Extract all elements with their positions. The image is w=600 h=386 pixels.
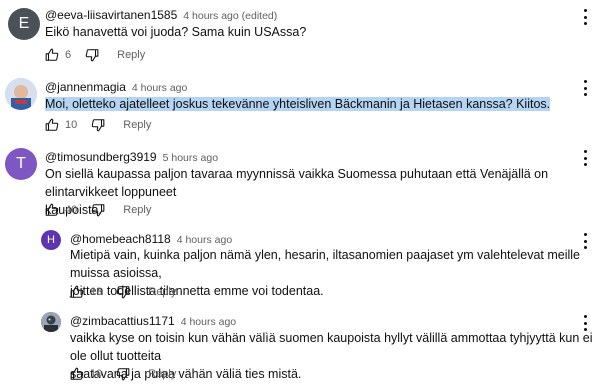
avatar[interactable]: T xyxy=(5,148,37,180)
reply-button[interactable]: Reply xyxy=(148,286,176,298)
comment-author[interactable]: @homebeach8118 xyxy=(70,232,171,246)
comment-time[interactable]: 4 hours ago xyxy=(181,316,236,328)
comment-time[interactable]: 4 hours ago (edited) xyxy=(183,10,277,22)
comment-time[interactable]: 5 hours ago xyxy=(163,152,218,164)
comment-text-line-1: Mietipä vain, kuinka paljon nämä ylen, h… xyxy=(70,248,580,280)
more-options-icon[interactable] xyxy=(580,149,590,167)
like-count: 6 xyxy=(65,49,72,61)
reply-button[interactable]: Reply xyxy=(123,119,151,131)
reply-button[interactable]: Reply xyxy=(123,204,151,216)
comment-1: E @eeva-liisavirtanen1585 4 hours ago (e… xyxy=(0,0,600,70)
comment-time[interactable]: 4 hours ago xyxy=(177,234,232,246)
comment-author[interactable]: @zimbacattius1171 xyxy=(70,314,175,328)
thumbs-down-icon[interactable] xyxy=(91,203,105,217)
like-count: 10 xyxy=(65,119,78,131)
thumbs-up-icon[interactable] xyxy=(45,48,59,62)
more-options-icon[interactable] xyxy=(580,79,590,97)
avatar-image xyxy=(5,78,37,110)
comment-text: Moi, oletteko ajatelleet joskus tekevänn… xyxy=(45,97,551,111)
reply-1: H @homebeach8118 4 hours ago Mietipä vai… xyxy=(0,226,600,306)
more-options-icon[interactable] xyxy=(580,8,590,26)
like-count: 10 xyxy=(90,368,103,380)
comment-text-line-1: vaikka kyse on toisin kun vähän välìä su… xyxy=(70,331,593,363)
comment-text-line-1: On siellä kaupassa paljon tavaraa myynni… xyxy=(45,167,549,199)
thumbs-up-icon[interactable] xyxy=(70,285,84,299)
thumbs-down-icon[interactable] xyxy=(91,118,105,132)
like-count: 40 xyxy=(65,204,78,216)
avatar-initial: E xyxy=(18,15,30,32)
thumbs-down-icon[interactable] xyxy=(116,285,130,299)
thumbs-down-icon[interactable] xyxy=(85,48,99,62)
reply-button[interactable]: Reply xyxy=(148,368,176,380)
thumbs-up-icon[interactable] xyxy=(45,118,59,132)
avatar[interactable] xyxy=(5,78,37,110)
comment-text: Eikö hanavettä voi juoda? Sama kuin USAs… xyxy=(45,25,307,39)
comment-2: @jannenmagia 4 hours ago Moi, oletteko a… xyxy=(0,70,600,140)
thumbs-down-icon[interactable] xyxy=(116,367,130,381)
thumbs-up-icon[interactable] xyxy=(45,203,59,217)
like-count: 13 xyxy=(90,286,103,298)
more-options-icon[interactable] xyxy=(580,232,590,250)
avatar[interactable]: H xyxy=(41,230,61,250)
reply-2: @zimbacattius1171 4 hours ago vaikka kys… xyxy=(0,306,600,386)
comment-time[interactable]: 4 hours ago xyxy=(132,82,187,94)
avatar-image xyxy=(41,312,61,332)
avatar[interactable] xyxy=(41,312,61,332)
comment-author[interactable]: @eeva-liisavirtanen1585 xyxy=(45,8,177,22)
reply-button[interactable]: Reply xyxy=(117,49,145,61)
comment-3: T @timosundberg3919 5 hours ago On siell… xyxy=(0,140,600,226)
comment-author[interactable]: @timosundberg3919 xyxy=(45,150,157,164)
more-options-icon[interactable] xyxy=(580,314,590,332)
avatar-initial: T xyxy=(16,155,26,172)
comment-author[interactable]: @jannenmagia xyxy=(45,80,126,94)
avatar-initial: H xyxy=(47,234,55,246)
avatar[interactable]: E xyxy=(8,8,40,40)
thumbs-up-icon[interactable] xyxy=(70,367,84,381)
